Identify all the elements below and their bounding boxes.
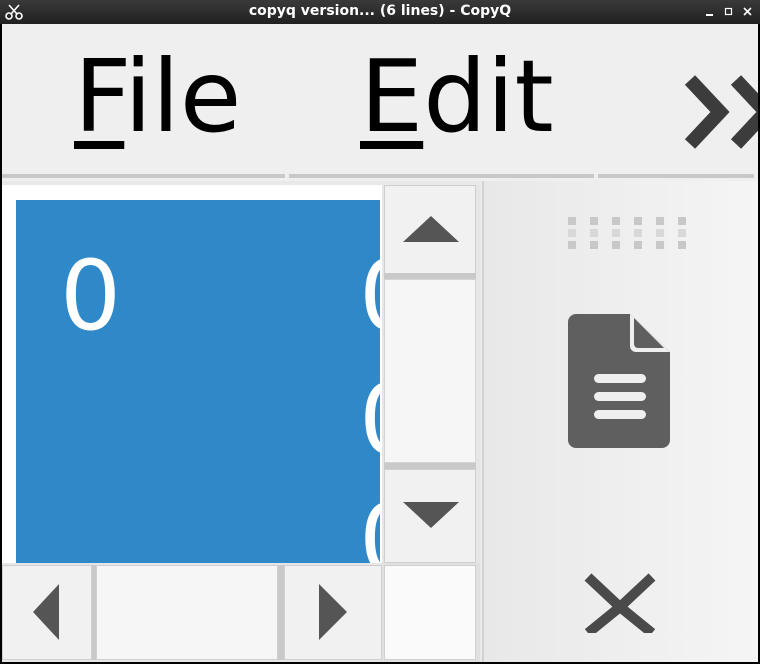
item-text-fragment: 0: [359, 490, 380, 563]
menu-edit-mnemonic: E: [360, 38, 424, 155]
menu-overflow-button[interactable]: [684, 72, 758, 152]
main-area: File Edit 0 0 0 0: [2, 24, 758, 662]
arrow-left-icon: [33, 584, 59, 640]
arrow-down-icon: [403, 502, 459, 528]
scrollbar-track[interactable]: [96, 565, 278, 660]
arrow-right-icon: [319, 584, 347, 640]
close-button[interactable]: [740, 4, 756, 20]
horizontal-scrollbar[interactable]: [2, 563, 382, 662]
app-window: copyq version... (6 lines) - CopyQ File …: [0, 0, 760, 664]
arrow-up-icon: [403, 216, 459, 242]
item-text-fragment: 0: [359, 246, 380, 346]
window-title: copyq version... (6 lines) - CopyQ: [248, 3, 512, 19]
title-bar[interactable]: copyq version... (6 lines) - CopyQ: [0, 0, 760, 24]
menu-file[interactable]: File: [74, 42, 241, 152]
document-icon[interactable]: [568, 312, 672, 450]
scrollbar-corner-inner: [384, 565, 476, 660]
menu-file-mnemonic: F: [74, 38, 125, 155]
maximize-button[interactable]: [721, 4, 737, 20]
clipboard-list[interactable]: 0 0 0 0: [2, 185, 382, 563]
item-first-line: 0: [60, 240, 122, 352]
toolbar-separator: [598, 174, 754, 178]
vertical-scrollbar[interactable]: [382, 185, 480, 563]
drag-handle-icon[interactable]: [568, 217, 692, 251]
menu-edit[interactable]: Edit: [360, 42, 554, 152]
menu-file-label: ile: [124, 38, 242, 155]
scroll-left-button[interactable]: [2, 565, 92, 660]
item-toolbar: [482, 181, 758, 662]
scroll-up-button[interactable]: [384, 185, 476, 275]
scrollbar-corner: [382, 563, 480, 662]
minimize-icon: [706, 14, 713, 16]
chevron-down-icon[interactable]: [584, 571, 656, 633]
menu-edit-label: dit: [423, 38, 554, 155]
list-item[interactable]: 0 0 0 0: [16, 200, 380, 563]
menu-bar: File Edit: [2, 24, 758, 174]
minimize-button[interactable]: [702, 4, 718, 20]
maximize-icon: [724, 7, 733, 16]
scroll-right-button[interactable]: [284, 565, 382, 660]
close-icon: [743, 7, 752, 16]
scroll-down-button[interactable]: [384, 469, 476, 563]
item-browser: 0 0 0 0: [2, 181, 758, 662]
toolbar-separator: [289, 174, 594, 178]
double-chevron-right-icon: [684, 75, 758, 149]
item-text-fragment: 0: [359, 370, 380, 470]
toolbar-separator: [2, 174, 285, 178]
scrollbar-track[interactable]: [384, 279, 476, 463]
